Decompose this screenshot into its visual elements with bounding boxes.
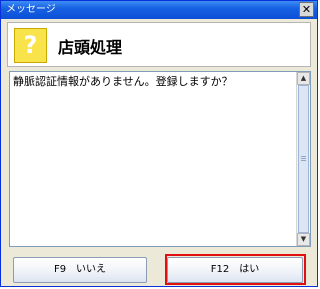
dialog-window: メッセージ ✕ ? 店頭処理 静脈認証情報がありません。登録しますか？ ▲ ▼ … — [0, 0, 318, 287]
scroll-down-arrow-icon[interactable]: ▼ — [297, 233, 310, 246]
scroll-up-arrow-icon[interactable]: ▲ — [297, 72, 310, 85]
vertical-scrollbar[interactable]: ▲ ▼ — [296, 72, 310, 246]
question-icon: ? — [14, 28, 47, 63]
thumb-grip-line — [301, 156, 306, 157]
dialog-header: ? 店頭処理 — [7, 22, 311, 67]
window-title: メッセージ — [6, 4, 56, 15]
no-button[interactable]: F9 いいえ — [13, 257, 147, 283]
dialog-caption: 店頭処理 — [58, 38, 123, 57]
thumb-grip-line — [301, 158, 306, 159]
close-button[interactable]: ✕ — [299, 2, 314, 17]
message-text: 静脈認証情報がありません。登録しますか？ — [13, 75, 233, 88]
message-textarea[interactable]: 静脈認証情報がありません。登録しますか？ ▲ ▼ — [9, 71, 311, 247]
thumb-grip-line — [301, 160, 306, 161]
scrollbar-thumb[interactable] — [298, 85, 309, 233]
yes-button[interactable]: F12 はい — [167, 257, 303, 283]
title-bar: メッセージ ✕ — [1, 1, 317, 19]
